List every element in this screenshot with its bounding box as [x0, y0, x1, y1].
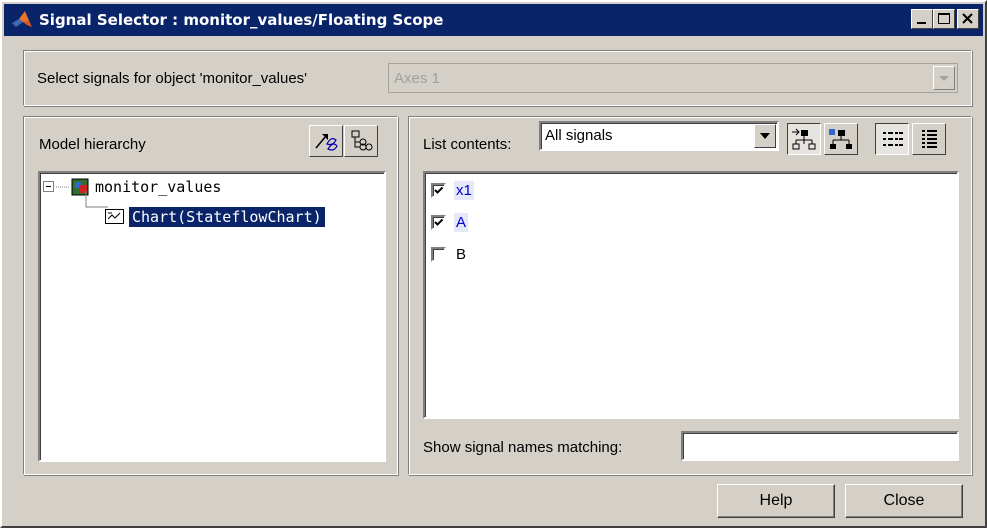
object-select-group: Select signals for object 'monitor_value…	[23, 50, 972, 106]
axes-select-value: Axes 1	[394, 70, 440, 87]
signal-list[interactable]: x1 A B	[423, 171, 959, 419]
signal-name: x1	[454, 181, 474, 200]
signal-hierarchy-icon[interactable]	[344, 125, 378, 157]
signal-filter-input[interactable]	[681, 431, 959, 461]
model-hierarchy-panel: Model hierarchy monitor_values Chart(Sta…	[23, 116, 398, 475]
details-view-icon[interactable]	[912, 123, 946, 155]
signal-selector-window: Signal Selector : monitor_values/Floatin…	[0, 0, 987, 528]
tree-node-chart[interactable]: Chart(StateflowChart)	[104, 207, 325, 227]
close-icon[interactable]	[957, 9, 979, 29]
signal-checkbox-b[interactable]	[431, 247, 446, 262]
matlab-logo-icon	[9, 7, 35, 33]
axes-select[interactable]: Axes 1	[388, 63, 958, 93]
list-view-icon[interactable]	[875, 123, 909, 155]
list-contents-value: All signals	[545, 127, 613, 144]
chevron-down-icon[interactable]	[933, 66, 955, 90]
tree-connector-lines	[48, 191, 108, 213]
maximize-icon[interactable]	[933, 9, 955, 29]
filter-label: Show signal names matching:	[423, 439, 623, 456]
chevron-down-icon[interactable]	[754, 124, 776, 148]
title-bar[interactable]: Signal Selector : monitor_values/Floatin…	[4, 4, 983, 36]
signal-row-x1[interactable]: x1	[431, 181, 474, 200]
tree-node-chart-label: Chart(StateflowChart)	[129, 207, 325, 227]
model-tree[interactable]: monitor_values Chart(StateflowChart)	[38, 171, 386, 462]
open-model-icon[interactable]	[309, 125, 343, 157]
close-button[interactable]: Close	[845, 484, 963, 518]
signal-checkbox-a[interactable]	[431, 215, 446, 230]
help-button[interactable]: Help	[717, 484, 835, 518]
signal-row-b[interactable]: B	[431, 245, 468, 264]
signal-row-a[interactable]: A	[431, 213, 469, 232]
list-contents-label: List contents:	[423, 136, 512, 153]
signal-name: A	[454, 213, 469, 232]
signal-checkbox-x1[interactable]	[431, 183, 446, 198]
signal-name: B	[456, 246, 467, 263]
show-library-links-icon[interactable]	[824, 123, 858, 155]
show-all-subsystems-icon[interactable]	[787, 123, 821, 155]
minimize-icon[interactable]	[911, 9, 933, 29]
list-contents-select[interactable]: All signals	[539, 121, 779, 151]
window-title: Signal Selector : monitor_values/Floatin…	[39, 11, 444, 29]
model-hierarchy-label: Model hierarchy	[39, 136, 146, 153]
tree-node-root-label: monitor_values	[95, 178, 222, 196]
object-select-label: Select signals for object 'monitor_value…	[37, 70, 308, 87]
signal-list-panel: List contents: All signals x1 A B Show s…	[408, 116, 972, 475]
stateflow-chart-icon	[105, 209, 124, 224]
